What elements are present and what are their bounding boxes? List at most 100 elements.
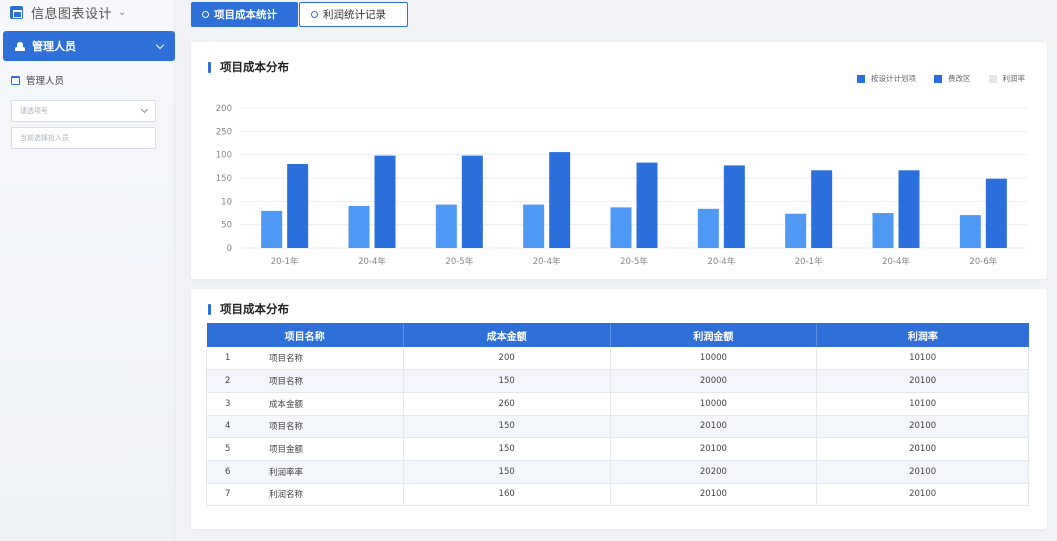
bar <box>959 215 981 248</box>
profit-cell: 20100 <box>610 415 818 439</box>
tab-profit-records[interactable]: 利润统计记录 <box>299 2 408 27</box>
bar <box>723 165 745 248</box>
row-index: 7 <box>225 489 231 500</box>
rate-cell: 20100 <box>816 437 1029 461</box>
x-tick-label: 20-5年 <box>620 256 648 267</box>
x-tick-label: 20-4年 <box>358 256 386 267</box>
cost-cell: 200 <box>403 347 611 371</box>
chevron-down-icon[interactable]: ⌄ <box>118 7 126 18</box>
app-brand[interactable]: 信息图表设计 ⌄ <box>10 2 126 22</box>
bar <box>261 210 283 248</box>
sidebar-subitem-managers[interactable]: 管理人员 <box>11 73 64 87</box>
y-tick-label: 50 <box>221 221 232 231</box>
row-index: 3 <box>225 398 231 409</box>
app-title: 信息图表设计 <box>31 6 113 22</box>
y-tick-label: 150 <box>216 174 232 184</box>
project-name: 利润名称 <box>269 490 304 501</box>
table-row[interactable]: 4 项目名称 150 20100 20100 <box>206 415 1029 439</box>
column-header[interactable]: 项目名称 <box>206 323 404 347</box>
bar <box>374 155 396 248</box>
bar-chart: 0 50 10 150 100 250 200 20-1年 20-4年 20-5年 20-4年 20-… <box>216 104 1027 267</box>
row-index: 1 <box>225 353 231 364</box>
table-row[interactable]: 6 利润率率 150 20200 20100 <box>206 460 1029 484</box>
bar <box>811 170 833 248</box>
column-header[interactable]: 利润金额 <box>610 323 818 347</box>
name-cell: 1 项目名称 <box>206 347 404 371</box>
cost-cell: 150 <box>403 460 611 484</box>
bar <box>287 164 309 248</box>
profit-cell: 20200 <box>610 460 818 484</box>
sidebar-subitem-label: 管理人员 <box>26 76 65 87</box>
rate-cell: 20100 <box>816 483 1029 507</box>
tab-label: 项目成本统计 <box>214 9 277 21</box>
profit-cell: 10000 <box>610 392 818 416</box>
table-card: 项目成本分布 项目名称 成本金额 利润金额 利润率 1 项目名称 200 10000 1… <box>191 289 1047 529</box>
bar <box>523 204 545 248</box>
x-tick-label: 20-4年 <box>533 256 561 267</box>
cost-cell: 150 <box>403 369 611 393</box>
profit-cell: 20100 <box>610 437 818 461</box>
circle-icon <box>202 11 209 18</box>
project-name: 利润率率 <box>269 467 304 478</box>
table-row[interactable]: 2 项目名称 150 20000 20100 <box>206 369 1029 393</box>
cost-cell: 150 <box>403 415 611 439</box>
person-input[interactable] <box>11 127 156 149</box>
bar <box>697 208 719 248</box>
y-tick-label: 200 <box>216 104 232 114</box>
project-name: 项目金额 <box>269 445 304 456</box>
bar <box>549 152 571 248</box>
project-name: 项目名称 <box>269 354 304 365</box>
table-row[interactable]: 1 项目名称 200 10000 10100 <box>206 347 1029 371</box>
app-logo-icon <box>10 5 23 19</box>
bar <box>610 207 632 248</box>
y-tick-label: 250 <box>216 127 232 137</box>
item-select-placeholder: 请选项号 <box>20 107 48 115</box>
bar <box>636 162 658 248</box>
tab-bar: 项目成本统计 利润统计记录 <box>191 2 408 27</box>
row-index: 6 <box>225 466 231 477</box>
rate-cell: 10100 <box>816 347 1029 371</box>
cost-cell: 160 <box>403 483 611 507</box>
y-tick-label: 10 <box>221 197 232 207</box>
profit-cell: 20000 <box>610 369 818 393</box>
sidebar-item-label: 管理人员 <box>32 40 76 53</box>
x-tick-label: 20-5年 <box>445 256 473 267</box>
item-select[interactable]: 请选项号 <box>11 100 156 122</box>
table-row[interactable]: 5 项目金额 150 20100 20100 <box>206 437 1029 461</box>
bar <box>348 206 370 248</box>
table-row[interactable]: 7 利润名称 160 20100 20100 <box>206 483 1029 507</box>
profit-cell: 20100 <box>610 483 818 507</box>
x-tick-label: 20-1年 <box>271 256 299 267</box>
calendar-icon <box>11 75 20 85</box>
rate-cell: 20100 <box>816 369 1029 393</box>
rate-cell: 10100 <box>816 392 1029 416</box>
project-name: 项目名称 <box>269 377 304 388</box>
table-title-text: 项目成本分布 <box>220 302 289 316</box>
user-icon <box>15 41 25 51</box>
row-index: 2 <box>225 376 231 387</box>
tab-label: 利润统计记录 <box>323 9 386 21</box>
x-tick-label: 20-4年 <box>707 256 735 267</box>
tab-project-cost[interactable]: 项目成本统计 <box>191 2 298 27</box>
y-tick-label: 0 <box>227 244 232 254</box>
column-header[interactable]: 利润率 <box>816 323 1029 347</box>
row-index: 4 <box>225 421 231 432</box>
x-tick-label: 20-4年 <box>882 256 910 267</box>
table-row[interactable]: 3 成本金额 260 10000 10100 <box>206 392 1029 416</box>
sidebar-item-managers[interactable]: 管理人员 <box>3 31 175 61</box>
column-header[interactable]: 成本金额 <box>403 323 611 347</box>
bar <box>872 213 894 248</box>
project-name: 项目名称 <box>269 422 304 433</box>
name-cell: 5 项目金额 <box>206 437 404 461</box>
bar <box>898 170 920 248</box>
project-name: 成本金额 <box>269 399 304 410</box>
table-header-row: 项目名称 成本金额 利润金额 利润率 <box>206 323 1029 347</box>
bar <box>785 213 807 248</box>
bar <box>985 178 1007 248</box>
name-cell: 2 项目名称 <box>206 369 404 393</box>
name-cell: 3 成本金额 <box>206 392 404 416</box>
name-cell: 4 项目名称 <box>206 415 404 439</box>
bar <box>435 204 457 248</box>
rate-cell: 20100 <box>816 415 1029 439</box>
cost-cell: 260 <box>403 392 611 416</box>
